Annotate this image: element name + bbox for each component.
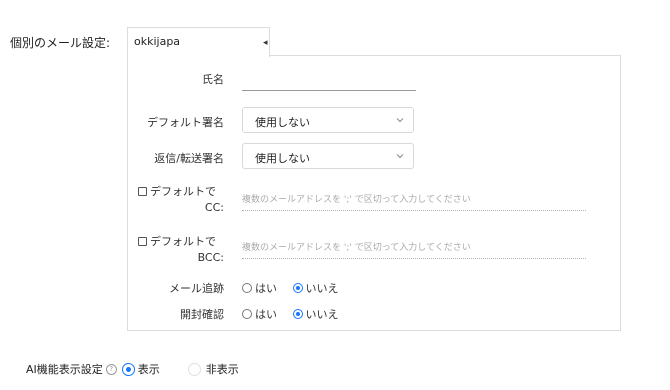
- default-signature-select[interactable]: 使用しない: [242, 107, 414, 133]
- ai-display-label: AI機能表示設定: [26, 363, 103, 376]
- mail-tracking-yes-option[interactable]: はい: [242, 280, 277, 296]
- open-confirmation-no-label: いいえ: [305, 308, 339, 321]
- mail-tracking-label: メール追跡: [169, 282, 224, 295]
- default-bcc-checkbox[interactable]: デフォルトで: [138, 233, 216, 249]
- default-bcc-label-line1: デフォルトで: [150, 235, 216, 248]
- open-confirmation-yes-label: はい: [255, 308, 277, 321]
- reply-forward-signature-select[interactable]: 使用しない: [242, 143, 414, 169]
- default-bcc-label-line2: BCC:: [197, 251, 224, 264]
- name-input[interactable]: [242, 90, 416, 91]
- mail-tracking-yes-label: はい: [255, 282, 277, 295]
- name-label: 氏名: [202, 73, 224, 86]
- tab-dropdown-icon[interactable]: ◂: [263, 38, 268, 48]
- chevron-down-icon: [396, 118, 404, 123]
- checkbox-icon[interactable]: [138, 237, 147, 246]
- chevron-down-icon: [396, 154, 404, 159]
- ai-display-show-option[interactable]: 表示: [121, 361, 160, 377]
- ai-display-hide-label: 非表示: [205, 363, 239, 376]
- ai-display-show-label: 表示: [137, 363, 160, 376]
- ai-display-hide-option[interactable]: 非表示: [187, 361, 239, 377]
- radio-selected-icon[interactable]: [121, 362, 135, 376]
- account-tab-label: okkijapa: [134, 35, 181, 48]
- default-cc-label-line2: CC:: [204, 201, 224, 214]
- radio-selected-icon[interactable]: [292, 283, 303, 293]
- default-signature-value: 使用しない: [255, 116, 310, 129]
- checkbox-icon[interactable]: [138, 187, 147, 196]
- open-confirmation-no-option[interactable]: いいえ: [292, 306, 339, 322]
- ai-display-setting-row: AI機能表示設定 ? 表示 非表示: [26, 361, 251, 377]
- default-cc-input[interactable]: [242, 190, 586, 211]
- open-confirmation-label: 開封確認: [180, 308, 224, 321]
- open-confirmation-radio-group: はい いいえ: [242, 306, 351, 322]
- help-icon[interactable]: ?: [105, 363, 117, 375]
- open-confirmation-yes-option[interactable]: はい: [242, 306, 277, 322]
- radio-icon[interactable]: [242, 309, 252, 319]
- reply-forward-signature-value: 使用しない: [255, 152, 310, 165]
- radio-icon[interactable]: [187, 362, 201, 376]
- section-label-individual-mail-settings: 個別のメール設定:: [10, 36, 111, 50]
- mail-tracking-no-label: いいえ: [305, 282, 339, 295]
- default-cc-label-line1: デフォルトで: [150, 185, 216, 198]
- radio-selected-icon[interactable]: [292, 309, 303, 319]
- default-cc-checkbox[interactable]: デフォルトで: [138, 183, 216, 199]
- radio-icon[interactable]: [242, 283, 252, 293]
- mail-tracking-no-option[interactable]: いいえ: [292, 280, 339, 296]
- mail-tracking-radio-group: はい いいえ: [242, 280, 351, 296]
- reply-forward-signature-label: 返信/転送署名: [154, 152, 224, 165]
- default-bcc-input[interactable]: [242, 238, 586, 259]
- default-signature-label: デフォルト署名: [147, 116, 224, 129]
